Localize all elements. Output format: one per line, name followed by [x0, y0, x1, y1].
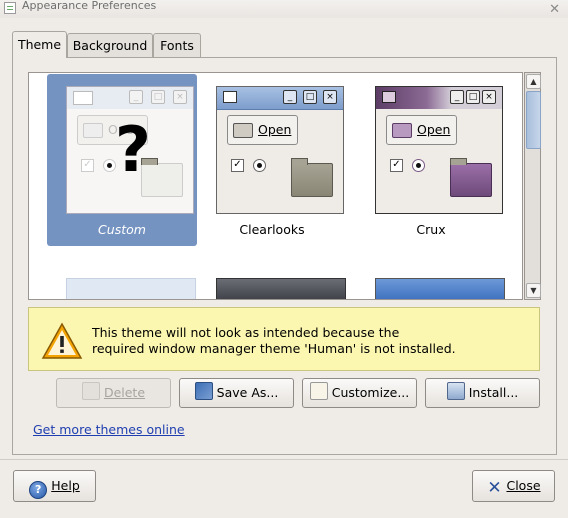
theme-preview-partial[interactable] [216, 278, 346, 299]
delete-button[interactable]: Delete [56, 378, 171, 408]
window-icon [73, 91, 93, 105]
window-title: Appearance Preferences [22, 0, 157, 12]
edit-pencil-icon [309, 382, 328, 400]
warning-triangle-icon [41, 322, 83, 359]
theme-name-crux: Crux [416, 222, 446, 237]
warning-line-2: required window manager theme 'Human' is… [92, 341, 456, 356]
scroll-thumb[interactable] [526, 91, 541, 149]
preview-titlebar [217, 279, 345, 299]
theme-list-scrollbar[interactable]: ▲ ▼ [524, 72, 541, 300]
unknown-theme-question-icon: ? [115, 113, 151, 186]
help-icon: ? [29, 481, 48, 499]
tab-theme[interactable]: Theme [12, 31, 67, 58]
theme-preview-partial[interactable] [375, 278, 505, 299]
close-icon: × [323, 90, 337, 104]
preview-titlebar [67, 279, 195, 299]
preview-open-button: Open [227, 115, 299, 145]
missing-theme-warning: This theme will not look as intended bec… [28, 307, 540, 371]
theme-list[interactable]: _ □ × Open ✓ ? Custom _ □ × Open ✓ Clear… [28, 72, 523, 300]
folder-icon [233, 123, 253, 138]
theme-name-custom: Custom [98, 222, 146, 237]
theme-item-custom[interactable]: _ □ × Open ✓ ? Custom [47, 74, 197, 246]
close-icon: × [173, 90, 187, 104]
install-button[interactable]: Install... [425, 378, 540, 408]
window-icon [223, 91, 237, 103]
tab-background[interactable]: Background [67, 33, 153, 57]
close-button[interactable]: ✕ Close [472, 470, 555, 502]
preview-radio [253, 159, 266, 172]
minimize-icon: _ [283, 90, 297, 104]
help-label: Help [51, 478, 80, 493]
minimize-icon: _ [450, 90, 464, 104]
preview-checkbox: ✓ [231, 159, 244, 172]
close-x-icon: ✕ [487, 478, 502, 498]
theme-preview-crux: _ □ × Open ✓ [375, 86, 503, 214]
delete-label: Delete [103, 385, 146, 400]
appearance-app-icon [4, 2, 16, 14]
save-as-label: Save As... [216, 385, 279, 400]
preview-open-label: Open [258, 122, 292, 137]
close-icon: × [482, 90, 496, 104]
theme-item-clearlooks[interactable]: _ □ × Open ✓ Clearlooks [197, 74, 347, 246]
preview-radio [412, 159, 425, 172]
preview-checkbox: ✓ [390, 159, 403, 172]
save-as-button[interactable]: Save As... [179, 378, 294, 408]
preview-titlebar: _ □ × [376, 87, 502, 109]
warning-message: This theme will not look as intended bec… [92, 325, 456, 357]
preview-checkbox: ✓ [81, 159, 94, 172]
preview-open-button: Open [386, 115, 458, 145]
minimize-icon: _ [129, 90, 143, 104]
preview-titlebar: _ □ × [67, 87, 193, 109]
window-titlebar: Appearance Preferences ✕ [0, 0, 568, 18]
help-button[interactable]: ? Help [13, 470, 96, 502]
preview-open-label: Open [417, 122, 451, 137]
preview-folder-icon [291, 158, 333, 197]
install-label: Install... [468, 385, 519, 400]
theme-preview-partial[interactable] [66, 278, 196, 299]
preview-titlebar [376, 279, 504, 299]
footer-separator [0, 459, 568, 460]
window-close-icon[interactable]: ✕ [549, 3, 560, 16]
tab-fonts[interactable]: Fonts [153, 33, 201, 57]
folder-icon [83, 123, 103, 138]
warning-line-1: This theme will not look as intended bec… [92, 325, 400, 340]
theme-preview-clearlooks: _ □ × Open ✓ [216, 86, 344, 214]
get-more-themes-link[interactable]: Get more themes online [33, 422, 185, 437]
maximize-icon: □ [303, 90, 317, 104]
maximize-icon: □ [151, 90, 165, 104]
maximize-icon: □ [466, 90, 480, 104]
theme-name-clearlooks: Clearlooks [239, 222, 305, 237]
window-icon [382, 91, 396, 103]
theme-item-crux[interactable]: _ □ × Open ✓ Crux [356, 74, 506, 246]
customize-label: Customize... [331, 385, 410, 400]
preview-titlebar: _ □ × [217, 87, 343, 110]
preview-folder-icon [450, 158, 492, 197]
save-as-icon [194, 382, 213, 400]
trash-icon [81, 382, 100, 400]
customize-button[interactable]: Customize... [302, 378, 417, 408]
install-drive-icon [446, 382, 465, 400]
scroll-up-arrow-icon[interactable]: ▲ [526, 74, 541, 89]
folder-icon [392, 123, 412, 138]
theme-preview-custom: _ □ × Open ✓ ? [66, 86, 194, 214]
close-label: Close [506, 478, 541, 493]
scroll-down-arrow-icon[interactable]: ▼ [526, 283, 541, 298]
